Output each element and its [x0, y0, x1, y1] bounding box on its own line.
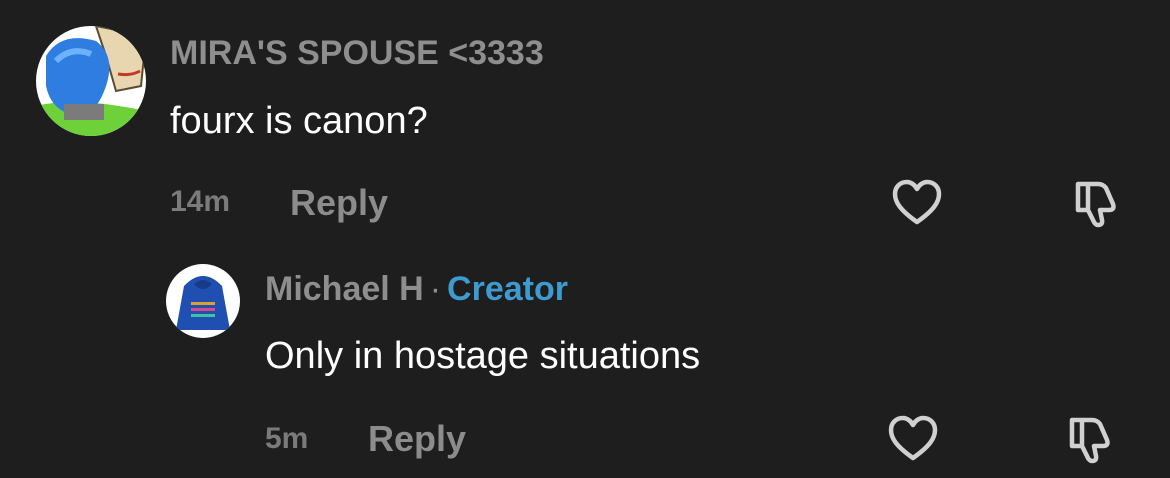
- creator-avatar[interactable]: [166, 264, 240, 338]
- avatar-drawing-icon: [36, 26, 146, 136]
- heart-outline-icon[interactable]: [890, 176, 944, 230]
- creator-badge: Creator: [447, 270, 568, 308]
- author-separator: ·: [429, 270, 442, 308]
- comment-author[interactable]: MIRA'S SPOUSE <3333: [170, 34, 544, 73]
- reply-button[interactable]: Reply: [290, 182, 388, 224]
- reply-button[interactable]: Reply: [368, 418, 466, 460]
- thumbs-down-outline-icon[interactable]: [1062, 412, 1116, 466]
- comment-timestamp: 14m: [170, 185, 231, 218]
- comment-author: Michael H · Creator: [265, 270, 568, 309]
- comment-text: fourx is canon?: [170, 100, 428, 142]
- comment-timestamp: 5m: [265, 422, 309, 455]
- author-name[interactable]: Michael H: [265, 270, 424, 308]
- heart-outline-icon[interactable]: [886, 412, 940, 466]
- user-avatar[interactable]: [36, 26, 146, 136]
- comment-text: Only in hostage situations: [265, 335, 701, 377]
- thumbs-down-outline-icon[interactable]: [1068, 176, 1122, 230]
- hoodie-avatar-icon: [166, 264, 240, 338]
